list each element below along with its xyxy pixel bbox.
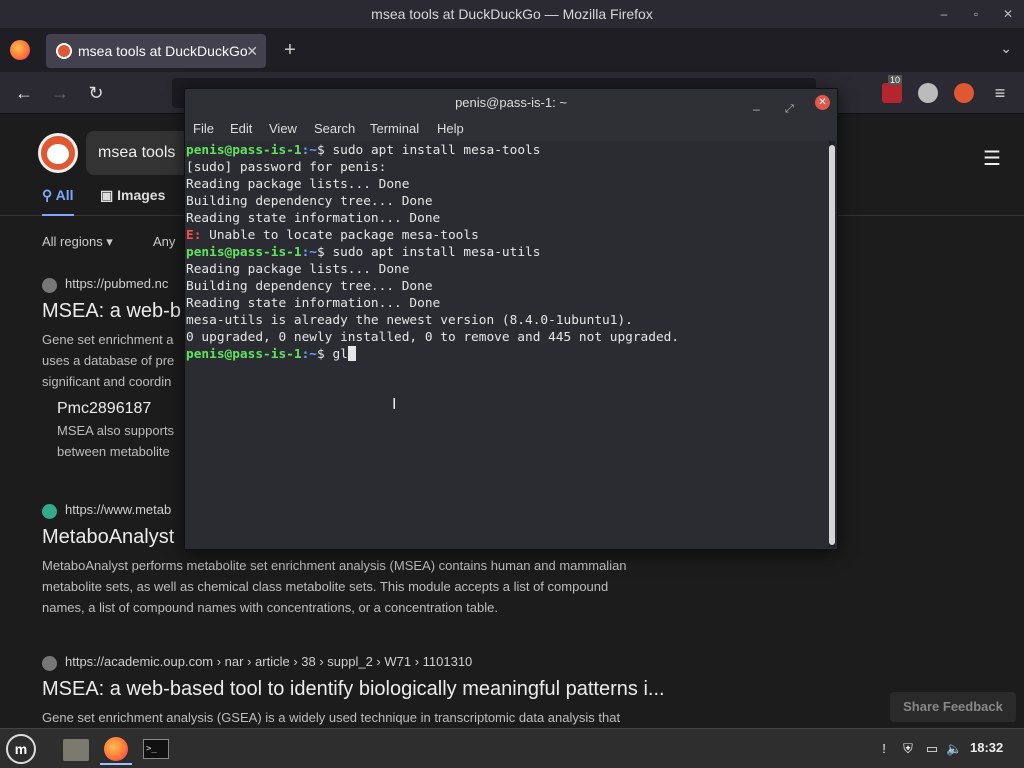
terminal-line: Reading package lists... Done [186, 177, 410, 192]
duckduckgo-extension-icon[interactable] [954, 83, 974, 103]
menu-file[interactable]: File [193, 121, 214, 136]
share-feedback-button[interactable]: Share Feedback [890, 692, 1016, 722]
terminal-menu-bar: File Edit View Search Terminal Help [185, 117, 837, 141]
terminal-scrollbar[interactable] [829, 141, 835, 547]
terminal-line: Building dependency tree... Done [186, 279, 433, 294]
mint-menu-icon[interactable]: m [6, 734, 36, 764]
terminal-error-line: E: Unable to locate package mesa-tools [186, 228, 479, 243]
menu-edit[interactable]: Edit [230, 121, 252, 136]
duckduckgo-logo-icon[interactable] [38, 133, 78, 173]
terminal-title-bar[interactable]: penis@pass-is-1: ~ – ⤢ ✕ [185, 89, 837, 117]
reload-icon[interactable]: ↻ [84, 81, 108, 105]
text-cursor [347, 346, 356, 361]
close-icon[interactable]: ✕ [1000, 6, 1016, 22]
tab-images[interactable]: ▣ Images [100, 187, 165, 204]
menu-help[interactable]: Help [437, 121, 464, 136]
forward-arrow-icon[interactable]: → [48, 81, 72, 105]
result-snippet: Gene set enrichment analysis (GSEA) is a… [42, 710, 621, 725]
taskbar: m >_ ! ⛨ ▭ 🔈 18:32 [0, 728, 1024, 768]
tab-list-chevron-icon[interactable]: ⌄ [1000, 40, 1012, 57]
terminal-output[interactable]: penis@pass-is-1:~$ sudo apt install mesa… [185, 141, 827, 549]
firefox-title-bar: msea tools at DuckDuckGo — Mozilla Firef… [0, 0, 1024, 28]
terminal-title: penis@pass-is-1: ~ [455, 95, 567, 110]
menu-search[interactable]: Search [314, 121, 355, 136]
tab-title: msea tools at DuckDuckGo [78, 43, 248, 59]
terminal-window[interactable]: penis@pass-is-1: ~ – ⤢ ✕ File Edit View … [184, 88, 838, 550]
duckduckgo-favicon-icon [56, 43, 72, 59]
search-result: https://academic.oup.com › nar › article… [42, 654, 702, 728]
terminal-line: Reading state information... Done [186, 296, 441, 311]
tab-active[interactable]: msea tools at DuckDuckGo ✕ [46, 34, 266, 68]
favicon-icon [42, 278, 57, 293]
close-icon[interactable]: ✕ [815, 95, 830, 110]
app-menu-icon[interactable]: ≡ [988, 81, 1012, 105]
clock[interactable]: 18:32 [970, 740, 1003, 755]
image-icon: ▣ [100, 187, 118, 203]
ublock-origin-icon[interactable]: 10 [882, 75, 903, 103]
hamburger-menu-icon[interactable]: ☰ [983, 146, 1001, 171]
window-title: msea tools at DuckDuckGo — Mozilla Firef… [371, 6, 653, 22]
result-snippet: MetaboAnalyst performs metabolite set en… [42, 558, 627, 615]
terminal-current-input: gl [332, 347, 348, 362]
tab-close-icon[interactable]: ✕ [246, 34, 258, 68]
maximize-icon[interactable]: ▫ [968, 6, 984, 22]
notification-icon[interactable]: ! [876, 741, 892, 757]
result-title[interactable]: MSEA: a web-based tool to identify biolo… [42, 678, 702, 701]
terminal-line: mesa-utils is already the newest version… [186, 313, 633, 328]
result-url[interactable]: https://academic.oup.com › nar › article… [42, 654, 702, 672]
shield-icon[interactable]: ⛨ [900, 741, 916, 757]
favicon-icon [42, 504, 57, 519]
terminal-line: penis@pass-is-1:~$ sudo apt install mesa… [186, 143, 541, 158]
firefox-app-icon[interactable] [100, 733, 132, 765]
network-icon[interactable]: ▭ [924, 741, 940, 757]
extension-badge: 10 [888, 75, 903, 85]
back-arrow-icon[interactable]: ← [12, 81, 36, 105]
terminal-line: [sudo] password for penis: [186, 160, 387, 175]
extension-icon[interactable] [918, 83, 938, 103]
time-filter[interactable]: Any [153, 234, 175, 249]
tab-all[interactable]: ⚲ All [42, 187, 74, 216]
terminal-app-icon[interactable]: >_ [140, 733, 172, 765]
scrollbar-thumb[interactable] [829, 145, 835, 545]
search-icon: ⚲ [42, 187, 56, 203]
ibeam-cursor-icon: I [392, 396, 397, 413]
new-tab-button[interactable]: + [280, 38, 300, 62]
terminal-input-line[interactable]: penis@pass-is-1:~$ gl [186, 346, 827, 363]
terminal-line: Building dependency tree... Done [186, 194, 433, 209]
favicon-icon [42, 656, 57, 671]
minimize-icon[interactable]: – [936, 6, 952, 22]
terminal-line: 0 upgraded, 0 newly installed, 0 to remo… [186, 330, 680, 345]
menu-view[interactable]: View [269, 121, 297, 136]
files-app-icon[interactable] [60, 733, 92, 765]
terminal-line: Reading state information... Done [186, 211, 441, 226]
region-filter[interactable]: All regions ▾ [42, 234, 113, 250]
tab-bar: msea tools at DuckDuckGo ✕ + ⌄ [0, 28, 1024, 72]
volume-icon[interactable]: 🔈 [946, 741, 962, 757]
firefox-view-icon[interactable] [10, 40, 30, 60]
terminal-line: penis@pass-is-1:~$ sudo apt install mesa… [186, 245, 541, 260]
terminal-line: Reading package lists... Done [186, 262, 410, 277]
menu-terminal[interactable]: Terminal [370, 121, 419, 136]
